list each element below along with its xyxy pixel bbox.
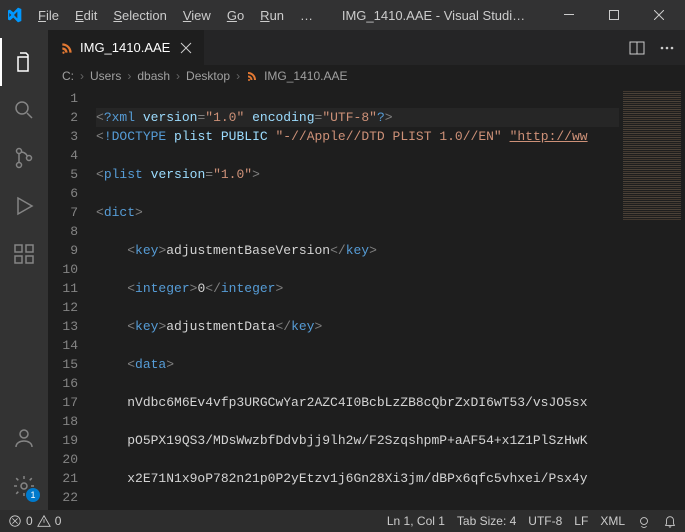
activity-extensions[interactable] (0, 230, 48, 278)
menu-file[interactable]: File (30, 4, 67, 27)
menu-selection[interactable]: Selection (105, 4, 174, 27)
menu-go[interactable]: Go (219, 4, 252, 27)
split-editor-icon[interactable] (629, 40, 645, 56)
activity-accounts[interactable] (0, 414, 48, 462)
titlebar: File Edit Selection View Go Run … IMG_14… (0, 0, 685, 30)
minimap[interactable] (619, 87, 685, 510)
tab-bar: IMG_1410.AAE (48, 30, 685, 65)
status-eol[interactable]: LF (574, 514, 588, 528)
activity-source-control[interactable] (0, 134, 48, 182)
status-bell-icon[interactable] (663, 514, 677, 528)
activity-bar: 1 (0, 30, 48, 510)
menu-run[interactable]: Run (252, 4, 292, 27)
activity-settings[interactable]: 1 (0, 462, 48, 510)
breadcrumb-seg[interactable]: C: (62, 69, 74, 83)
status-problems[interactable]: 0 0 (8, 514, 61, 528)
settings-badge: 1 (26, 488, 40, 502)
close-button[interactable] (636, 0, 681, 30)
vscode-logo (4, 7, 24, 23)
rss-icon (246, 70, 258, 82)
menu-view[interactable]: View (175, 4, 219, 27)
activity-search[interactable] (0, 86, 48, 134)
activity-run-debug[interactable] (0, 182, 48, 230)
rss-icon (60, 41, 74, 55)
menu-bar: File Edit Selection View Go Run … (30, 4, 321, 27)
menu-overflow[interactable]: … (292, 4, 321, 27)
tab-label: IMG_1410.AAE (80, 40, 170, 55)
breadcrumb[interactable]: C:› Users› dbash› Desktop› IMG_1410.AAE (48, 65, 685, 87)
gutter: 12345678910111213141516171819202122 (48, 87, 96, 510)
editor[interactable]: 12345678910111213141516171819202122 <?xm… (48, 87, 685, 510)
breadcrumb-seg[interactable]: Desktop (186, 69, 230, 83)
status-cursor[interactable]: Ln 1, Col 1 (387, 514, 445, 528)
breadcrumb-seg[interactable]: dbash (137, 69, 170, 83)
status-bar: 0 0 Ln 1, Col 1 Tab Size: 4 UTF-8 LF XML (0, 510, 685, 532)
tab-file[interactable]: IMG_1410.AAE (48, 30, 204, 65)
status-feedback-icon[interactable] (637, 514, 651, 528)
maximize-button[interactable] (591, 0, 636, 30)
breadcrumb-seg[interactable]: Users (90, 69, 121, 83)
activity-explorer[interactable] (0, 38, 48, 86)
minimize-button[interactable] (546, 0, 591, 30)
tab-close-icon[interactable] (180, 42, 192, 54)
menu-edit[interactable]: Edit (67, 4, 105, 27)
more-actions-icon[interactable] (659, 40, 675, 56)
status-encoding[interactable]: UTF-8 (528, 514, 562, 528)
status-tab-size[interactable]: Tab Size: 4 (457, 514, 516, 528)
status-lang[interactable]: XML (600, 514, 625, 528)
window-title: IMG_1410.AAE - Visual Studi… (321, 8, 546, 23)
code-content[interactable]: <?xml version="1.0" encoding="UTF-8"?> <… (96, 87, 685, 510)
breadcrumb-seg[interactable]: IMG_1410.AAE (264, 69, 347, 83)
